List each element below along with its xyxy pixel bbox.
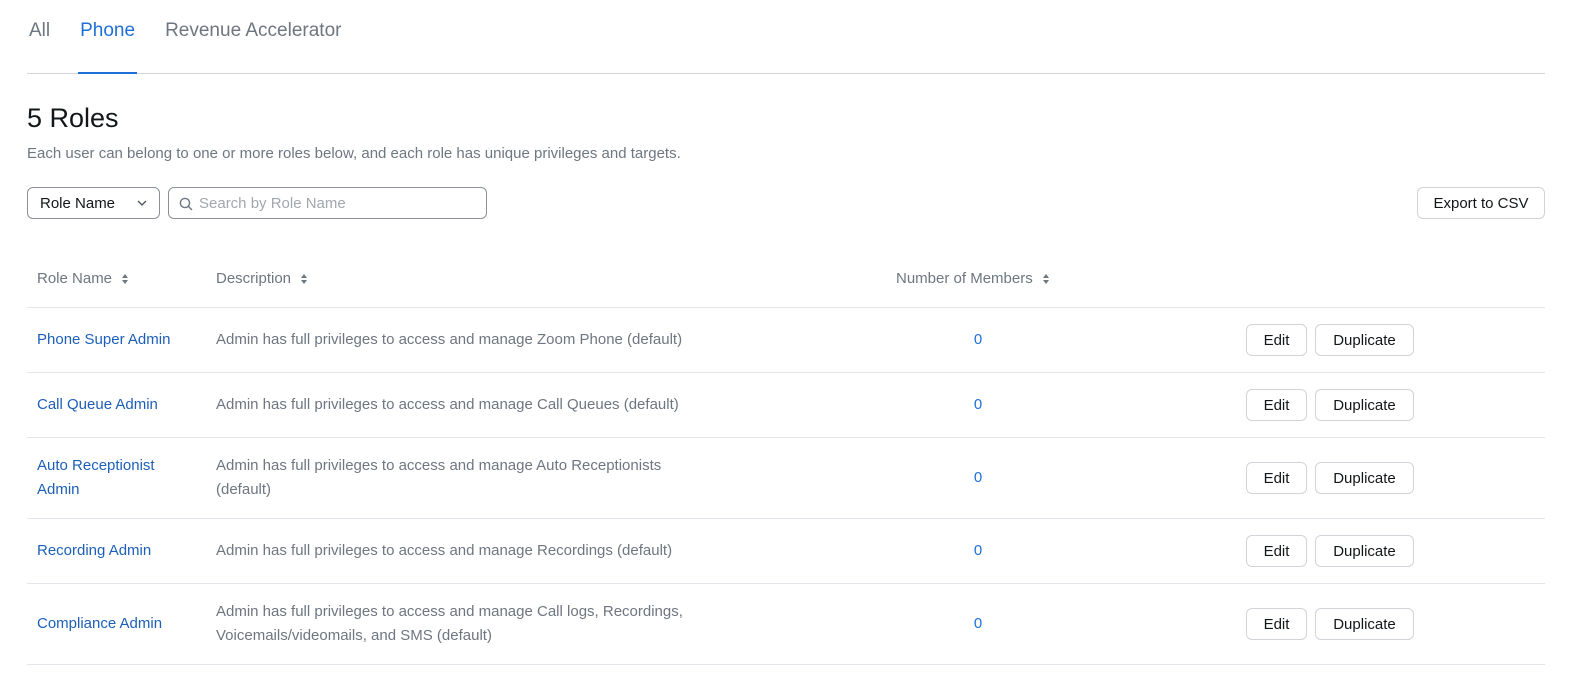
- edit-button[interactable]: Edit: [1246, 608, 1307, 640]
- sort-icon: [122, 273, 129, 284]
- search-box: [168, 187, 487, 219]
- search-input[interactable]: [199, 189, 479, 217]
- table-header: Role Name Description Number of Members: [27, 250, 1545, 308]
- edit-button[interactable]: Edit: [1246, 324, 1307, 356]
- table-row: Call Queue Admin Admin has full privileg…: [27, 373, 1545, 438]
- column-label: Role Name: [37, 270, 113, 287]
- sort-icon: [1042, 273, 1049, 284]
- search-field-select[interactable]: Role Name: [27, 187, 160, 219]
- roles-table: Role Name Description Number of Members: [27, 250, 1545, 665]
- member-count-link[interactable]: 0: [967, 393, 989, 417]
- page-subtitle: Each user can belong to one or more role…: [27, 145, 681, 162]
- duplicate-button[interactable]: Duplicate: [1315, 324, 1414, 356]
- edit-button[interactable]: Edit: [1246, 535, 1307, 567]
- edit-button[interactable]: Edit: [1246, 389, 1307, 421]
- duplicate-button[interactable]: Duplicate: [1315, 535, 1414, 567]
- table-row: Recording Admin Admin has full privilege…: [27, 519, 1545, 584]
- tab-phone[interactable]: Phone: [78, 0, 138, 74]
- role-name-link[interactable]: Recording Admin: [37, 539, 187, 563]
- role-name-link[interactable]: Compliance Admin: [37, 612, 187, 636]
- column-label: Description: [216, 270, 292, 287]
- role-description: Admin has full privileges to access and …: [216, 542, 673, 559]
- roles-page: All Phone Revenue Accelerator 5 Roles Ea…: [0, 0, 1574, 694]
- tab-revenue-accelerator[interactable]: Revenue Accelerator: [163, 0, 343, 73]
- column-header-role-name[interactable]: Role Name: [37, 270, 129, 287]
- column-header-members[interactable]: Number of Members: [896, 270, 1050, 287]
- column-header-description[interactable]: Description: [216, 270, 308, 287]
- tab-all[interactable]: All: [27, 0, 52, 73]
- chevron-down-icon: [137, 200, 147, 206]
- duplicate-button[interactable]: Duplicate: [1315, 462, 1414, 494]
- table-row: Phone Super Admin Admin has full privile…: [27, 308, 1545, 373]
- tab-bar: All Phone Revenue Accelerator: [27, 0, 1545, 74]
- duplicate-button[interactable]: Duplicate: [1315, 389, 1414, 421]
- member-count-link[interactable]: 0: [967, 328, 989, 352]
- export-csv-button[interactable]: Export to CSV: [1417, 187, 1545, 219]
- search-icon: [179, 197, 193, 211]
- role-name-link[interactable]: Call Queue Admin: [37, 393, 187, 417]
- role-name-link[interactable]: Auto Receptionist Admin: [37, 454, 177, 502]
- table-row: Compliance Admin Admin has full privileg…: [27, 584, 1545, 665]
- role-description: Admin has full privileges to access and …: [216, 331, 683, 348]
- column-label: Number of Members: [896, 270, 1033, 287]
- page-title: 5 Roles: [27, 103, 119, 133]
- role-description: Admin has full privileges to access and …: [216, 457, 662, 498]
- sort-icon: [301, 273, 308, 284]
- role-name-link[interactable]: Phone Super Admin: [37, 328, 187, 352]
- edit-button[interactable]: Edit: [1246, 462, 1307, 494]
- select-value: Role Name: [40, 194, 116, 212]
- member-count-link[interactable]: 0: [967, 466, 989, 490]
- member-count-link[interactable]: 0: [967, 539, 989, 563]
- role-description: Admin has full privileges to access and …: [216, 603, 683, 644]
- member-count-link[interactable]: 0: [967, 612, 989, 636]
- role-description: Admin has full privileges to access and …: [216, 396, 679, 413]
- duplicate-button[interactable]: Duplicate: [1315, 608, 1414, 640]
- table-row: Auto Receptionist Admin Admin has full p…: [27, 438, 1545, 519]
